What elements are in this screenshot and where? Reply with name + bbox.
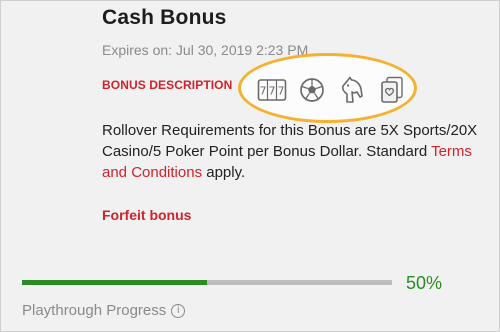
slot-machine-777-icon: 7 7 7	[252, 72, 292, 108]
playthrough-progress-label: Playthrough Progress i	[22, 302, 186, 319]
rollover-text-suffix: apply.	[202, 164, 246, 181]
rollover-requirements-text: Rollover Requirements for this Bonus are…	[102, 120, 482, 183]
info-circle-icon[interactable]: i	[171, 303, 186, 318]
game-type-icons: 7 7 7	[252, 72, 412, 108]
svg-text:7: 7	[260, 85, 267, 98]
bonus-card: Cash Bonus Expires on: Jul 30, 2019 2:23…	[0, 0, 500, 332]
soccer-ball-icon	[292, 72, 332, 108]
playthrough-progress-bar	[22, 280, 392, 285]
progress-percentage: 50%	[406, 273, 443, 293]
bonus-title: Cash Bonus	[102, 6, 227, 29]
svg-text:7: 7	[278, 85, 285, 98]
bonus-description-toggle[interactable]: BONUS DESCRIPTION	[102, 78, 232, 92]
progress-label-text: Playthrough Progress	[22, 302, 167, 319]
expiry-date: Expires on: Jul 30, 2019 2:23 PM	[102, 42, 309, 58]
svg-text:7: 7	[269, 85, 276, 98]
horse-head-icon	[332, 72, 372, 108]
forfeit-bonus-link[interactable]: Forfeit bonus	[102, 207, 191, 223]
playing-cards-heart-icon	[372, 72, 412, 108]
rollover-text: Rollover Requirements for this Bonus are…	[102, 122, 478, 160]
progress-fill	[22, 280, 207, 285]
